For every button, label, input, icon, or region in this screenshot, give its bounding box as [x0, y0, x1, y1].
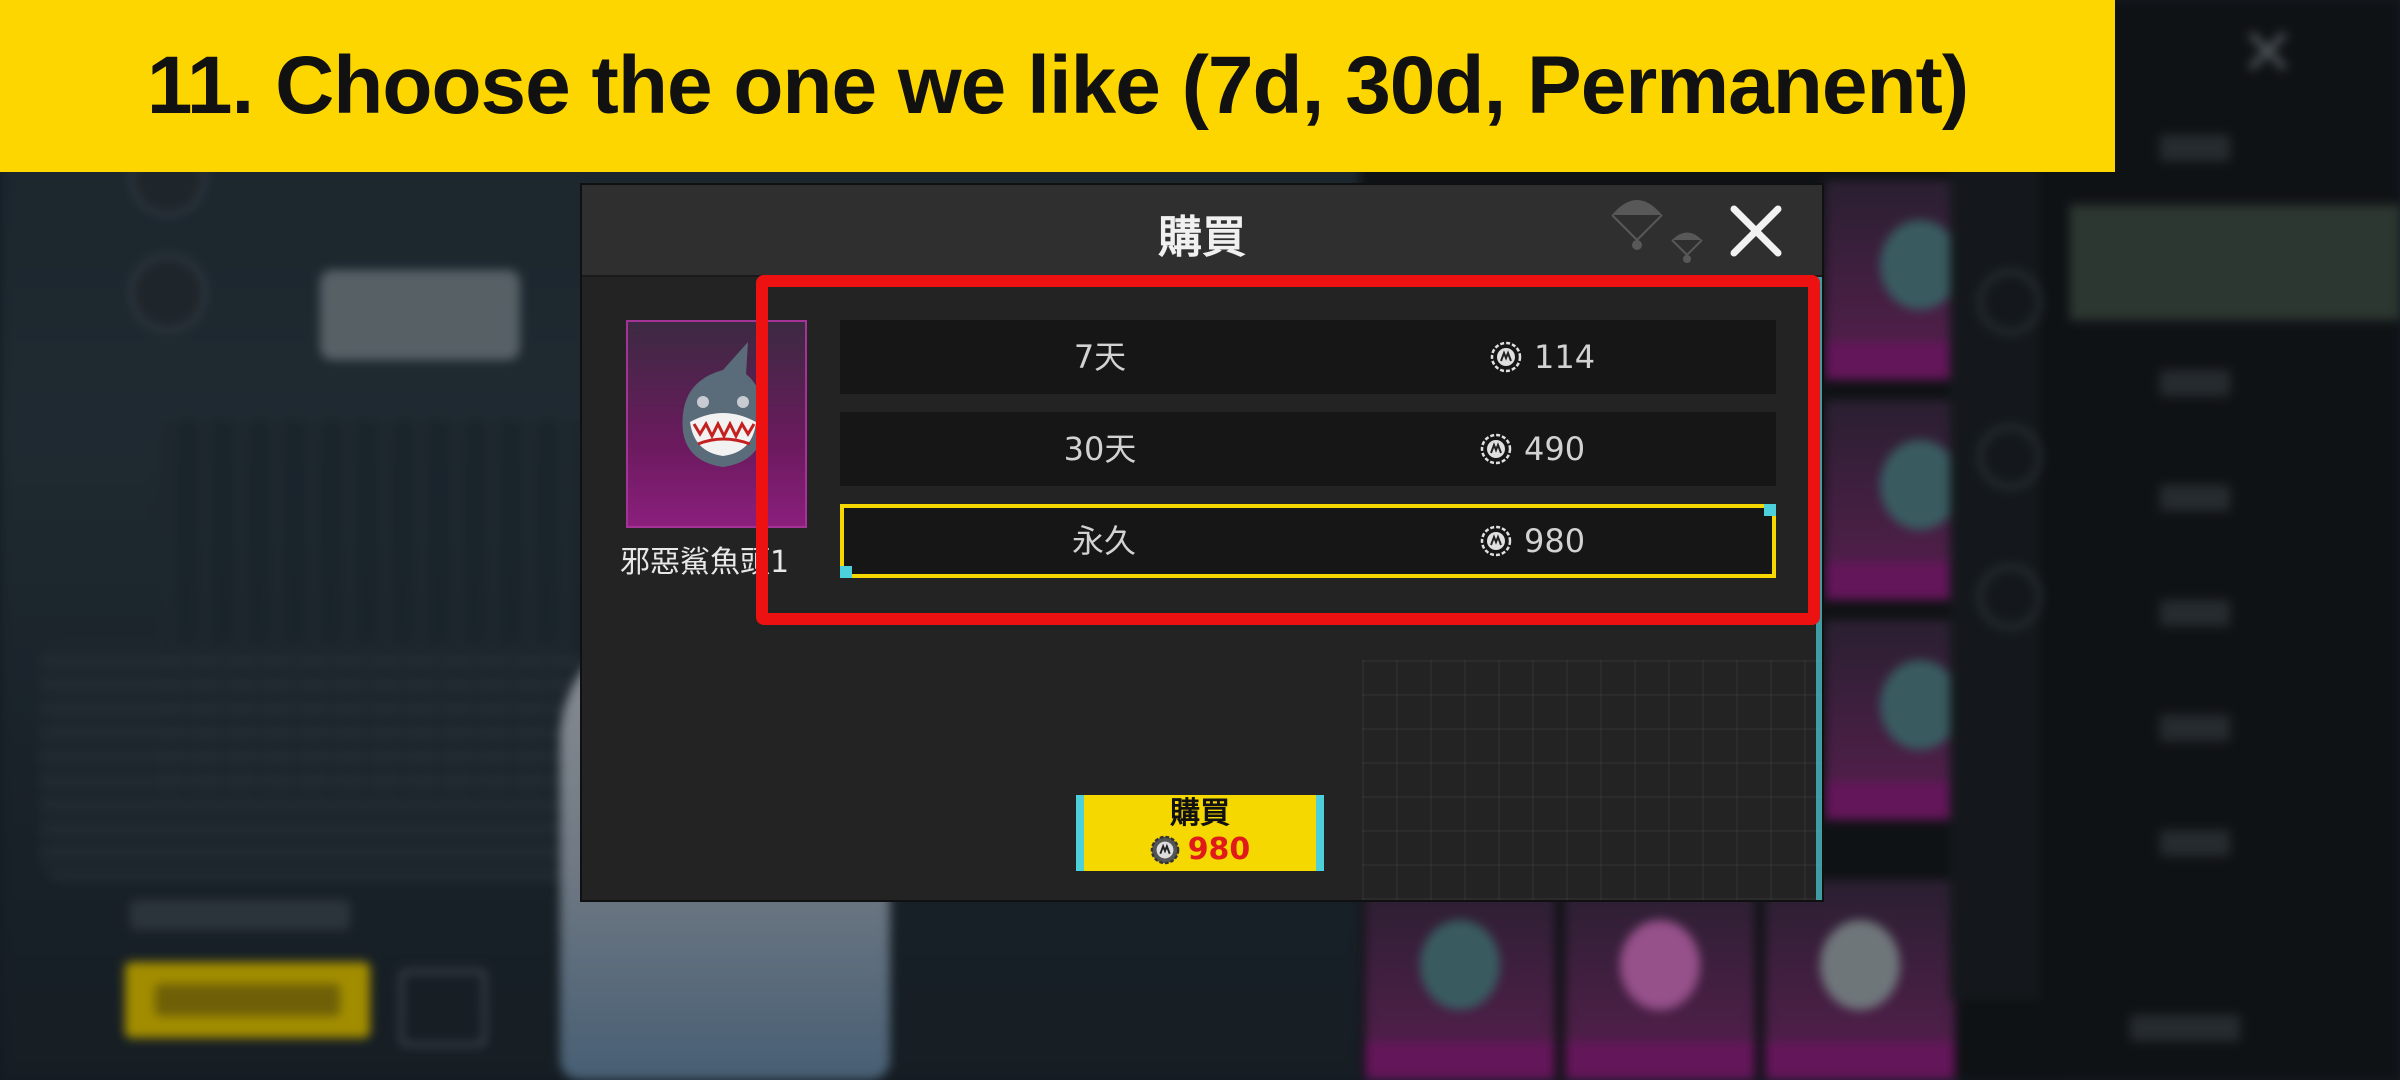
option-price-value: 114 — [1534, 338, 1596, 376]
option-7-days[interactable]: 7天 114 — [840, 320, 1776, 394]
tutorial-banner-text: 11. Choose the one we like (7d, 30d, Per… — [146, 40, 1969, 131]
map-decoration — [1362, 660, 1822, 900]
buy-button[interactable]: 購買 980 — [1076, 795, 1324, 871]
item-name: 邪惡鯊魚頭1 — [620, 545, 790, 580]
selection-corner — [840, 566, 852, 578]
buy-button-label: 購買 — [1170, 796, 1230, 831]
uc-coin-icon — [1150, 835, 1179, 865]
uc-coin-icon — [1480, 433, 1512, 465]
buy-button-price-value: 980 — [1187, 832, 1251, 867]
parachute-icon — [1611, 200, 1703, 263]
option-price: 114 — [1490, 320, 1595, 394]
option-permanent[interactable]: 永久 980 — [840, 504, 1776, 578]
option-price-value: 490 — [1524, 430, 1586, 468]
dialog-header: 購買 — [582, 185, 1822, 277]
uc-coin-icon — [1480, 525, 1512, 557]
purchase-dialog: 購買 邪惡鯊魚頭1 7天 114 30天 490 永久 980 購買 980 — [580, 183, 1824, 902]
item-thumbnail — [626, 320, 807, 528]
option-label: 7天 — [1073, 338, 1127, 376]
uc-coin-icon — [1490, 341, 1522, 373]
option-label: 永久 — [1071, 522, 1136, 560]
option-label: 30天 — [1063, 430, 1137, 468]
close-button[interactable] — [1724, 199, 1788, 263]
option-price: 490 — [1480, 412, 1585, 486]
tutorial-banner: 11. Choose the one we like (7d, 30d, Per… — [0, 0, 2115, 172]
buy-button-price: 980 — [1076, 833, 1324, 867]
selection-corner — [1764, 504, 1776, 516]
close-icon — [1730, 205, 1782, 257]
shark-helmet-icon — [682, 342, 764, 467]
option-price-value: 980 — [1524, 522, 1586, 560]
option-30-days[interactable]: 30天 490 — [840, 412, 1776, 486]
option-price: 980 — [1480, 508, 1585, 574]
dialog-edge-accent — [1816, 185, 1822, 900]
